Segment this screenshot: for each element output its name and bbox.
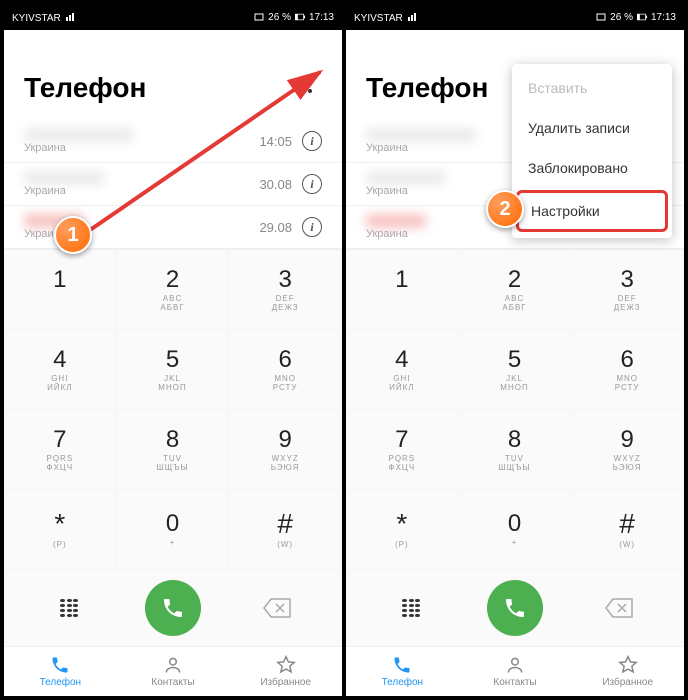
nav-phone[interactable]: Телефон xyxy=(346,647,459,696)
nav-favorites[interactable]: Избранное xyxy=(229,647,342,696)
key-4[interactable]: 4GHIИЙКЛ xyxy=(346,330,459,410)
call-row[interactable]: Украина 30.08 i xyxy=(4,163,342,206)
key-3[interactable]: 3DEFДЕЖЗ xyxy=(229,250,342,330)
key-4[interactable]: 4GHIИЙКЛ xyxy=(4,330,117,410)
phone-right: KYIVSTAR 26 % 17:13 Телефон Вставить Уда… xyxy=(346,4,684,696)
call-button[interactable] xyxy=(487,580,543,636)
phone-icon xyxy=(503,596,527,620)
menu-delete[interactable]: Удалить записи xyxy=(512,108,672,148)
call-name-blurred xyxy=(366,128,476,142)
call-time: 14:05 xyxy=(259,134,292,149)
key-0[interactable]: 0+ xyxy=(459,490,572,570)
nav-contacts[interactable]: Контакты xyxy=(459,647,572,696)
step-marker-2: 2 xyxy=(486,190,524,228)
key-2[interactable]: 2ABCАБВГ xyxy=(117,250,230,330)
backspace-icon xyxy=(604,596,634,620)
signal-icon xyxy=(408,11,418,21)
key-star[interactable]: *(P) xyxy=(4,490,117,570)
dialpad-icon xyxy=(402,599,420,617)
key-8[interactable]: 8TUVШЩЪЫ xyxy=(117,410,230,490)
contacts-icon xyxy=(163,655,183,675)
info-icon[interactable]: i xyxy=(302,131,322,151)
page-title: Телефон xyxy=(24,72,146,104)
call-sub: Украина xyxy=(24,185,259,197)
backspace-button[interactable] xyxy=(604,596,634,620)
key-1[interactable]: 1 xyxy=(4,250,117,330)
dialpad: 1 2ABCАБВГ 3DEFДЕЖЗ 4GHIИЙКЛ 5JKLМНОП 6M… xyxy=(346,249,684,570)
key-5[interactable]: 5JKLМНОП xyxy=(117,330,230,410)
page-title: Телефон xyxy=(366,72,488,104)
step-marker-1: 1 xyxy=(54,216,92,254)
phone-left: KYIVSTAR 26 % 17:13 Телефон Украина 14:0… xyxy=(4,4,342,696)
rotate-icon xyxy=(254,12,264,22)
call-name-blurred xyxy=(366,214,426,228)
nav-favorites[interactable]: Избранное xyxy=(571,647,684,696)
action-bar xyxy=(4,570,342,646)
bottom-nav: Телефон Контакты Избранное xyxy=(346,646,684,696)
menu-settings[interactable]: Настройки xyxy=(516,190,668,232)
star-icon xyxy=(618,655,638,675)
action-bar xyxy=(346,570,684,646)
dialpad-icon xyxy=(60,599,78,617)
phone-nav-icon xyxy=(392,655,412,675)
signal-icon xyxy=(66,11,76,21)
key-9[interactable]: 9WXYZЬЭЮЯ xyxy=(571,410,684,490)
battery-pct: 26 % xyxy=(268,12,291,23)
clock: 17:13 xyxy=(309,12,334,23)
battery-icon xyxy=(295,12,305,22)
backspace-button[interactable] xyxy=(262,596,292,620)
menu-paste: Вставить xyxy=(512,68,672,108)
key-8[interactable]: 8TUVШЩЪЫ xyxy=(459,410,572,490)
call-row[interactable]: Украина 14:05 i xyxy=(4,120,342,163)
key-1[interactable]: 1 xyxy=(346,250,459,330)
key-hash[interactable]: #(W) xyxy=(229,490,342,570)
carrier: KYIVSTAR xyxy=(12,13,61,24)
phone-icon xyxy=(161,596,185,620)
key-0[interactable]: 0+ xyxy=(117,490,230,570)
status-bar: KYIVSTAR 26 % 17:13 xyxy=(346,4,684,30)
overflow-menu: Вставить Удалить записи Заблокировано На… xyxy=(512,64,672,238)
bottom-nav: Телефон Контакты Избранное xyxy=(4,646,342,696)
nav-phone[interactable]: Телефон xyxy=(4,647,117,696)
key-7[interactable]: 7PQRSФХЦЧ xyxy=(4,410,117,490)
key-6[interactable]: 6MNOРСТУ xyxy=(571,330,684,410)
backspace-icon xyxy=(262,596,292,620)
call-name-blurred xyxy=(366,171,446,185)
battery-icon xyxy=(637,12,647,22)
rotate-icon xyxy=(596,12,606,22)
call-button[interactable] xyxy=(145,580,201,636)
phone-nav-icon xyxy=(50,655,70,675)
status-bar: KYIVSTAR 26 % 17:13 xyxy=(4,4,342,30)
toggle-dialpad-button[interactable] xyxy=(396,593,426,623)
toggle-dialpad-button[interactable] xyxy=(54,593,84,623)
key-7[interactable]: 7PQRSФХЦЧ xyxy=(346,410,459,490)
key-6[interactable]: 6MNOРСТУ xyxy=(229,330,342,410)
key-5[interactable]: 5JKLМНОП xyxy=(459,330,572,410)
call-time: 29.08 xyxy=(259,220,292,235)
contacts-icon xyxy=(505,655,525,675)
menu-blocked[interactable]: Заблокировано xyxy=(512,148,672,188)
key-9[interactable]: 9WXYZЬЭЮЯ xyxy=(229,410,342,490)
key-hash[interactable]: #(W) xyxy=(571,490,684,570)
nav-contacts[interactable]: Контакты xyxy=(117,647,230,696)
header: Телефон xyxy=(4,30,342,120)
call-sub: Украина xyxy=(24,142,259,154)
info-icon[interactable]: i xyxy=(302,174,322,194)
call-name-blurred xyxy=(24,171,104,185)
key-star[interactable]: *(P) xyxy=(346,490,459,570)
info-icon[interactable]: i xyxy=(302,217,322,237)
dialpad: 1 2ABCАБВГ 3DEFДЕЖЗ 4GHIИЙКЛ 5JKLМНОП 6M… xyxy=(4,249,342,570)
key-3[interactable]: 3DEFДЕЖЗ xyxy=(571,250,684,330)
key-2[interactable]: 2ABCАБВГ xyxy=(459,250,572,330)
more-menu-button[interactable] xyxy=(298,72,322,96)
call-time: 30.08 xyxy=(259,177,292,192)
star-icon xyxy=(276,655,296,675)
call-name-blurred xyxy=(24,128,134,142)
